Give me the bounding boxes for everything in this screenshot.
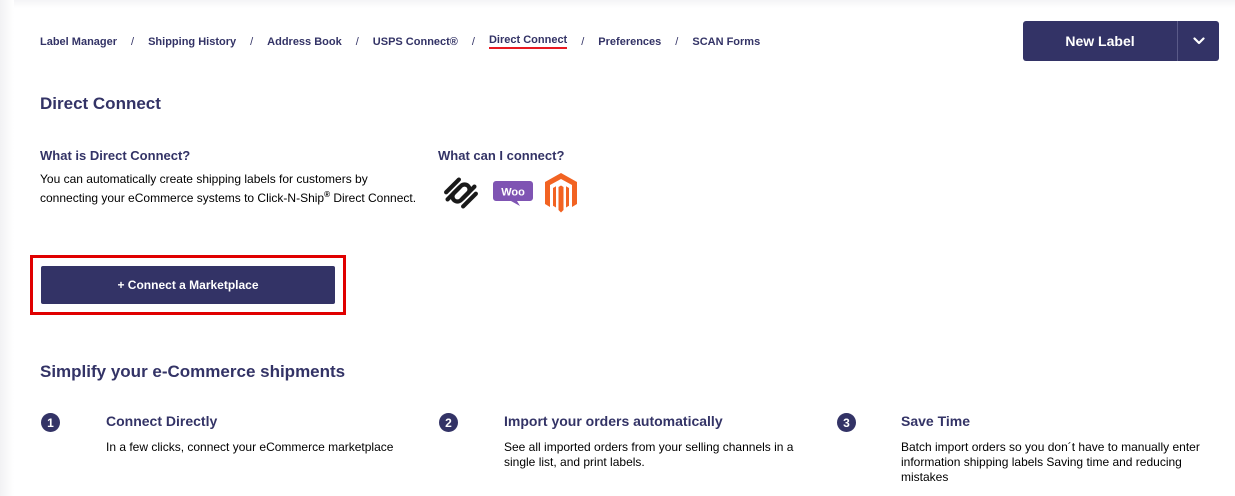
step-1-title: Connect Directly — [106, 413, 218, 429]
breadcrumb-direct-connect[interactable]: Direct Connect — [488, 34, 568, 49]
step-2-number-badge: 2 — [439, 413, 458, 432]
breadcrumb-separator: / — [675, 35, 679, 48]
breadcrumb-separator: / — [250, 35, 254, 48]
step-1-text: In a few clicks, connect your eCommerce … — [106, 440, 394, 454]
breadcrumb-address-book[interactable]: Address Book — [267, 36, 342, 48]
step-3-text: Batch import orders so you don´t have to… — [901, 440, 1200, 484]
connect-marketplace-button[interactable]: + Connect a Marketplace — [41, 266, 335, 304]
breadcrumb-separator: / — [131, 35, 135, 48]
what-can-heading: What can I connect? — [438, 148, 565, 163]
what-is-description: You can automatically create shipping la… — [40, 172, 425, 206]
new-label-button[interactable]: New Label — [1023, 21, 1177, 61]
new-label-dropdown-button[interactable] — [1178, 21, 1219, 61]
squarespace-logo-icon — [444, 177, 478, 209]
breadcrumb-label-manager[interactable]: Label Manager — [40, 36, 117, 48]
step-3-title: Save Time — [901, 413, 971, 429]
breadcrumb-separator: / — [581, 35, 585, 48]
what-is-heading: What is Direct Connect? — [40, 148, 191, 163]
new-label-button-group: New Label — [1023, 21, 1219, 61]
top-shade — [0, 0, 1235, 8]
simplify-heading: Simplify your e-Commerce shipments — [40, 362, 346, 381]
woocommerce-logo-text: Woo — [501, 187, 525, 199]
breadcrumb-separator: / — [355, 35, 359, 48]
page: Label Manager / Shipping History / Addre… — [0, 0, 1235, 496]
breadcrumb-shipping-history[interactable]: Shipping History — [148, 36, 236, 48]
magento-logo-icon — [545, 173, 577, 213]
woocommerce-logo-icon: Woo — [493, 181, 533, 206]
step-2-title: Import your orders automatically — [504, 413, 723, 429]
breadcrumb: Label Manager / Shipping History / Addre… — [40, 34, 760, 49]
breadcrumb-scan-forms[interactable]: SCAN Forms — [692, 36, 760, 48]
breadcrumb-separator: / — [471, 35, 475, 48]
what-is-text: You can automatically create shipping la… — [40, 172, 368, 205]
page-title: Direct Connect — [40, 94, 161, 113]
breadcrumb-preferences[interactable]: Preferences — [598, 36, 661, 48]
breadcrumb-usps-connect[interactable]: USPS Connect® — [373, 36, 458, 48]
marketplace-logos: Woo — [442, 172, 578, 214]
step-1-number-badge: 1 — [41, 413, 60, 432]
chevron-down-icon — [1192, 37, 1205, 45]
step-3-number-badge: 3 — [837, 413, 856, 432]
what-is-text-end: Direct Connect. — [330, 191, 417, 205]
left-shade — [0, 0, 14, 496]
step-2-text: See all imported orders from your sellin… — [504, 440, 794, 469]
